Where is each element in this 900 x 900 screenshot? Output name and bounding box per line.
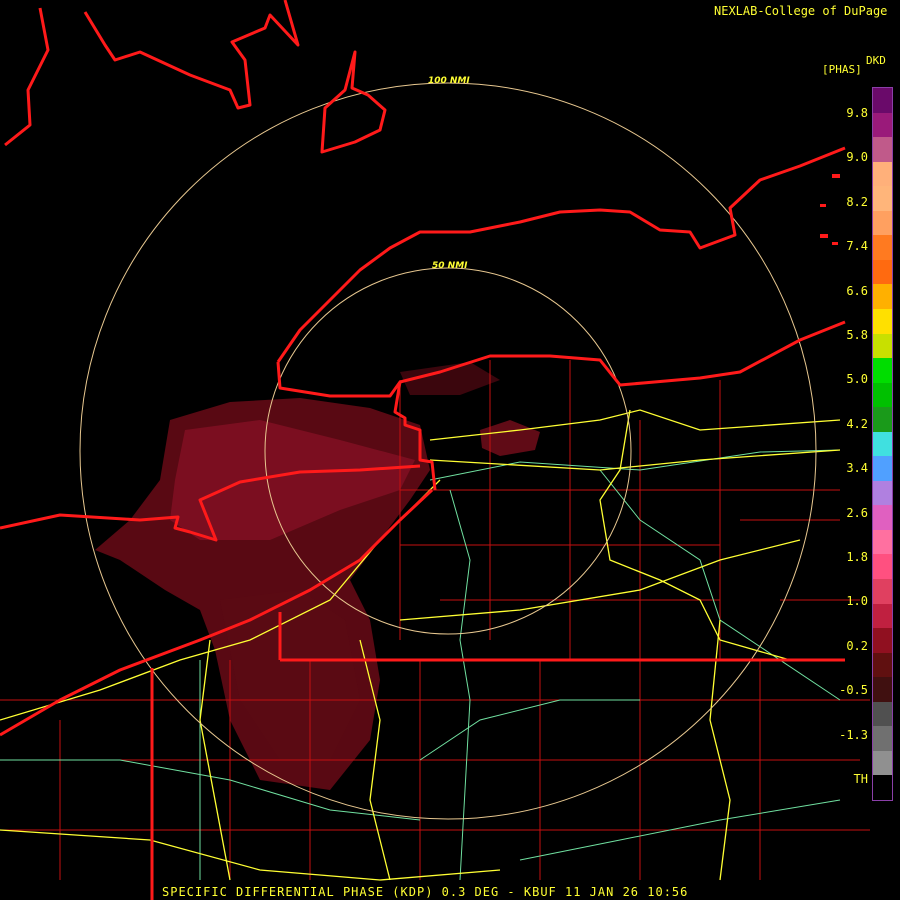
color-scale-label: 5.0	[846, 372, 868, 387]
legend-product-code: DKD	[866, 54, 886, 67]
color-scale-swatch	[873, 259, 892, 285]
color-scale-swatch	[873, 112, 892, 138]
color-scale-swatch	[873, 284, 892, 310]
color-scale-swatch	[873, 554, 892, 580]
color-scale-swatch	[873, 529, 892, 555]
color-scale-swatch	[873, 431, 892, 457]
color-scale-swatch	[873, 750, 892, 776]
nexlab-credit[interactable]: NEXLAB-College of DuPage	[714, 4, 887, 18]
color-scale-swatch	[873, 235, 892, 261]
color-scale-label: 9.8	[846, 106, 868, 120]
color-scale-swatch	[873, 88, 892, 114]
color-scale-swatch	[873, 358, 892, 384]
color-scale-swatch	[873, 137, 892, 163]
color-scale-swatch	[873, 775, 892, 801]
range-ring-label-100: 100 NMI	[428, 76, 470, 86]
range-ring-label-50: 50 NMI	[432, 261, 468, 271]
color-scale-swatch	[873, 210, 892, 236]
color-scale-swatch	[873, 407, 892, 433]
color-scale-swatch	[873, 161, 892, 187]
county-lines	[0, 360, 870, 880]
color-scale-label: 4.2	[846, 416, 868, 431]
precip-echoes	[95, 362, 540, 790]
color-scale-swatch	[873, 456, 892, 482]
color-scale-swatch	[873, 382, 892, 408]
color-scale-swatch	[873, 603, 892, 629]
color-scale-swatch	[873, 505, 892, 531]
color-scale-label: 3.4	[846, 461, 868, 476]
color-scale-label: 5.8	[846, 328, 868, 342]
color-scale-swatch	[873, 579, 892, 605]
color-scale-bar	[872, 87, 893, 801]
radar-map: 100 NMI 50 NMI	[0, 0, 870, 900]
product-caption: SPECIFIC DIFFERENTIAL PHASE (KDP) 0.3 DE…	[162, 885, 689, 899]
color-scale-swatch	[873, 677, 892, 703]
color-scale-label: -1.3	[839, 727, 868, 742]
color-scale-label: TH	[853, 772, 868, 786]
color-scale-label: 1.8	[846, 550, 868, 564]
color-scale-swatch	[873, 652, 892, 678]
color-scale-swatch	[873, 333, 892, 359]
color-scale-swatch	[873, 701, 892, 727]
color-scale-label: 7.4	[846, 239, 868, 254]
precip-north-patch	[480, 420, 540, 456]
color-scale-label: -0.5	[839, 683, 868, 698]
color-scale-label: 9.0	[846, 150, 868, 165]
color-scale-label: 8.2	[846, 194, 868, 209]
color-scale-swatch	[873, 628, 892, 654]
color-scale-label: 2.6	[846, 505, 868, 520]
color-scale-label: 1.0	[846, 594, 868, 609]
color-scale-swatch	[873, 480, 892, 506]
lake-island	[320, 50, 387, 154]
color-scale-swatch	[873, 186, 892, 212]
ontario-north-shore-upper	[83, 0, 300, 110]
islands	[820, 174, 840, 245]
color-scale-swatch	[873, 308, 892, 334]
ontario-shoreline-north	[4, 7, 50, 147]
color-scale-label: 0.2	[846, 638, 868, 653]
color-scale-swatch	[873, 726, 892, 752]
legend-unit: [PHAS]	[822, 63, 862, 76]
radar-display: 100 NMI 50 NMI NEXLAB-College of DuPage …	[0, 0, 900, 900]
lake-ontario-south-shore	[276, 320, 846, 398]
color-scale-label: 6.6	[846, 283, 868, 298]
